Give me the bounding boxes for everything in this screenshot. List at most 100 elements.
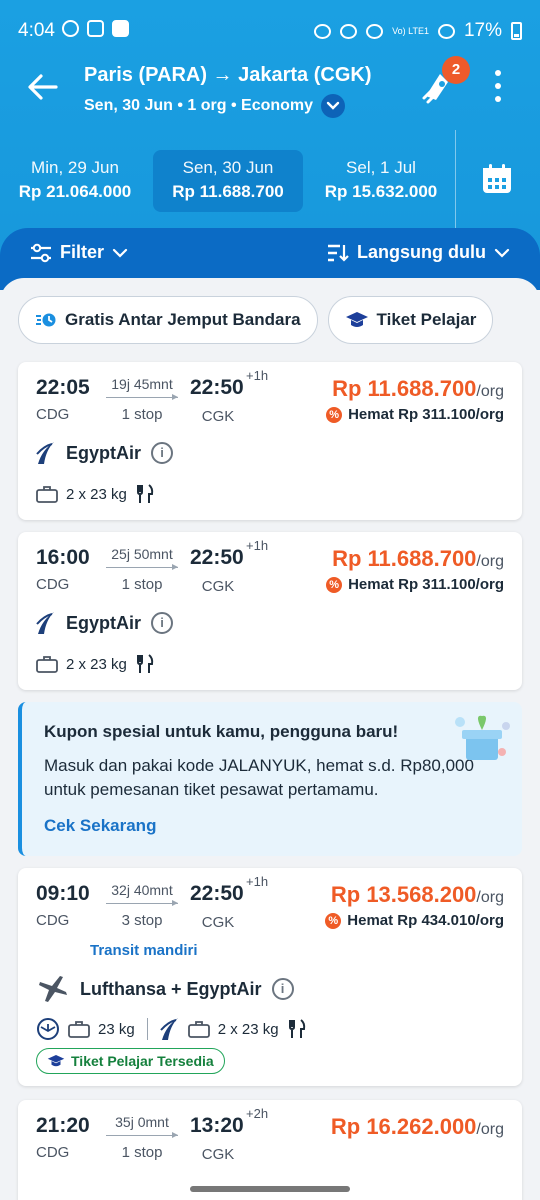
chevron-down-icon[interactable] [321,94,346,118]
date-option-next[interactable]: Sel, 1 Jul Rp 15.632.000 [306,150,456,212]
price-value: Rp 13.568.200 [330,882,477,907]
flight-duration: 19j 45mnt [111,376,173,392]
chip-airport-transfer[interactable]: Gratis Antar Jemput Bandara [18,296,318,344]
gift-box-icon [455,715,510,760]
calendar-icon[interactable] [480,162,514,196]
chevron-down-icon [112,248,128,258]
status-right-icons: Vo) LTE1 17% [314,20,522,42]
more-options-icon[interactable] [488,70,508,102]
price-unit: /org [476,889,504,906]
shuttle-icon [36,313,56,327]
departure-time: 22:05 [36,376,90,399]
meal-icon [136,484,154,503]
discount-icon: % [326,406,343,423]
airline-name: EgyptAir [66,442,142,463]
arrival-time: 22:50 [190,882,244,905]
route-subtitle-text: Sen, 30 Jun • 1 org • Economy [84,97,314,114]
home-indicator[interactable] [190,1186,350,1192]
network-label: Vo) LTE1 [392,26,429,36]
multi-airline-plane-icon [39,976,67,1002]
departure-airport: CDG [36,1144,70,1161]
flight-duration: 25j 50mnt [111,546,173,562]
chip-label: Gratis Antar Jemput Bandara [65,310,301,329]
luggage-icon [36,656,58,673]
date-selector: Min, 29 Jun Rp 21.064.000 Sen, 30 Jun Rp… [0,140,540,228]
sort-label: Langsung dulu [357,242,486,262]
date-option-prev[interactable]: Min, 29 Jun Rp 21.064.000 [0,150,150,212]
meal-icon [136,654,154,673]
flight-card[interactable]: 21:20 CDG 35j 0mnt 1 stop 13:20 +2h CGK … [18,1100,522,1200]
info-icon[interactable]: i [151,442,174,464]
flight-duration: 35j 0mnt [115,1114,169,1130]
stop-count: 1 stop [121,1144,163,1161]
baggage-text: 2 x 23 kg [66,485,127,503]
date-label: Sel, 1 Jul [346,158,416,177]
price-value: Rp 11.688.700 [332,546,477,571]
departure-airport: CDG [36,576,70,593]
filter-label: Filter [60,242,105,262]
airline-name: EgyptAir [66,612,142,633]
sliders-icon [31,243,51,262]
results-list[interactable]: Gratis Antar Jemput Bandara Tiket Pelaja… [0,278,540,1200]
check-icon [112,20,129,37]
stop-count: 1 stop [121,406,163,423]
date-price: Rp 11.688.700 [172,182,284,201]
route-line [106,394,178,400]
departure-time: 21:20 [36,1114,90,1137]
price-unit: /org [476,553,504,570]
egyptair-logo-icon [36,442,54,464]
lufthansa-logo-icon [37,1018,59,1040]
price-unit: /org [476,1121,504,1138]
airline-row: EgyptAir i [36,440,174,466]
luggage-icon [36,486,58,503]
arrival-time: 13:20 [190,1114,244,1137]
student-ticket-badge: Tiket Pelajar Tersedia [36,1048,225,1074]
date-price: Rp 21.064.000 [18,182,132,201]
info-icon[interactable]: i [271,978,294,1000]
flight-card[interactable]: 09:10 CDG 32j 40mnt 3 stop 22:50 +1h CGK… [18,868,522,1086]
arrival-time: 22:50 [190,376,244,399]
day-offset: +1h [246,874,269,889]
date-option-selected[interactable]: Sen, 30 Jun Rp 11.688.700 [153,150,303,212]
whatsapp-icon [62,20,79,37]
departure-time: 09:10 [36,882,90,905]
battery-icon [511,22,522,40]
sort-button[interactable]: Langsung dulu [327,242,510,263]
airline-row: EgyptAir i [36,610,174,636]
coupon-link[interactable]: Cek Sekarang [44,816,156,836]
graduation-cap-icon [47,1055,65,1067]
battery-percent: 17% [463,20,502,41]
baggage-text: 2 x 23 kg [66,655,127,673]
flight-card[interactable]: 22:05 CDG 19j 45mnt 1 stop 22:50 +1h CGK… [18,362,522,520]
savings: % Hemat Rp 434.010/org [325,912,504,929]
back-arrow-icon[interactable] [26,70,60,104]
luggage-icon [68,1021,90,1038]
egyptair-logo-icon [36,612,54,634]
price: Rp 11.688.700/org [332,546,504,572]
route-title[interactable]: Paris (PARA) → Jakarta (CGK) [84,64,371,87]
student-ticket-label: Tiket Pelajar Tersedia [71,1053,214,1069]
divider [146,1018,148,1040]
coupon-banner[interactable]: Kupon spesial untuk kamu, pengguna baru!… [18,702,522,856]
savings: % Hemat Rp 311.100/org [326,576,504,593]
flight-card[interactable]: 16:00 CDG 25j 50mnt 1 stop 22:50 +1h CGK… [18,532,522,690]
notification-badge: 2 [442,56,470,84]
savings-text: Hemat Rp 311.100/org [348,576,504,593]
baggage-text: 23 kg [98,1020,135,1038]
status-bar: 4:04 Vo) LTE1 17% [0,0,540,60]
price: Rp 13.568.200/org [331,882,504,908]
info-icon[interactable]: i [151,612,174,634]
coupon-body: Masuk dan pakai kode JALANYUK, hemat s.d… [44,756,474,799]
filter-button[interactable]: Filter [30,242,128,263]
day-offset: +2h [246,1106,269,1121]
airline-name: Lufthansa + EgyptAir [80,978,262,999]
chip-student-ticket[interactable]: Tiket Pelajar [327,296,494,344]
meal-icon [288,1019,305,1038]
departure-airport: CDG [36,912,70,929]
route-subtitle[interactable]: Sen, 30 Jun • 1 org • Economy [84,94,346,118]
arrival-airport: CGK [201,578,235,595]
status-left-icons [62,20,129,37]
arrival-airport: CGK [201,408,235,425]
divider [455,130,456,230]
baggage-info: 2 x 23 kg [36,484,155,504]
